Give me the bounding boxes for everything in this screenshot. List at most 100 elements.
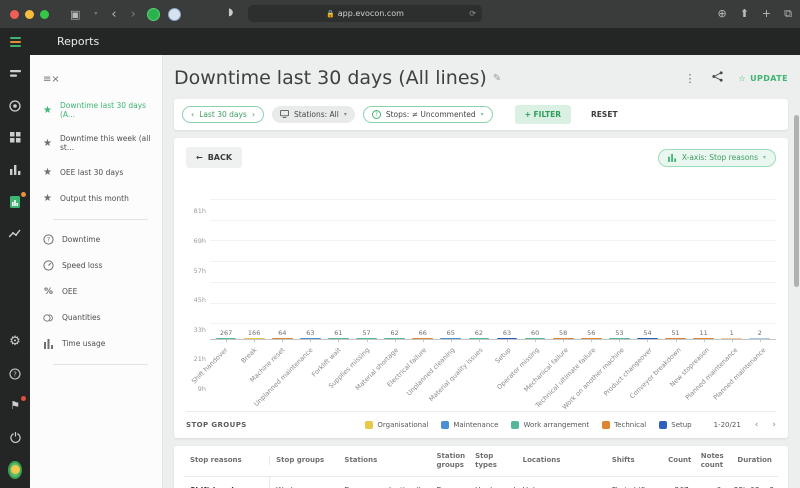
table-row[interactable]: Shift handoverWork arrangementEvocon pro… (184, 477, 778, 488)
bar-column[interactable]: 63 (296, 338, 324, 339)
star-icon[interactable]: ★ (43, 138, 52, 149)
forward-nav-icon[interactable]: › (131, 8, 136, 21)
bar-column[interactable]: 2 (746, 338, 774, 339)
new-tab-icon[interactable]: + (762, 7, 771, 21)
column-header[interactable]: Station groups (430, 452, 469, 470)
window-controls[interactable] (10, 10, 49, 19)
bar-column[interactable]: 53 (605, 338, 633, 339)
star-icon[interactable]: ★ (43, 105, 52, 116)
page-prev-icon[interactable]: ‹ (755, 420, 759, 430)
zoom-window-button[interactable] (40, 10, 49, 19)
sidebar-caret-icon[interactable]: ▾ (94, 11, 97, 17)
prev-range-icon[interactable]: ‹ (191, 110, 194, 119)
bar-column[interactable]: 56 (577, 338, 605, 339)
sidebar-collapse-icon[interactable]: ≡× (43, 74, 60, 85)
clock-extension-icon[interactable] (168, 8, 181, 21)
reload-icon[interactable]: ⟳ (469, 9, 476, 18)
bar-column[interactable]: 65 (437, 338, 465, 339)
column-header[interactable]: Locations (517, 456, 606, 465)
add-filter-button[interactable]: + FILTER (515, 105, 571, 124)
date-range-pill[interactable]: ‹ Last 30 days › (182, 106, 264, 123)
bar-column[interactable]: 64 (268, 338, 296, 339)
reports-icon[interactable] (8, 195, 22, 208)
bar-column[interactable]: 54 (633, 338, 661, 339)
back-button[interactable]: ← BACK (186, 147, 242, 168)
bar-count-label: 62 (465, 329, 493, 337)
shift-view-icon[interactable] (8, 67, 22, 80)
evocon-logo[interactable] (0, 37, 30, 47)
legend-swatch (602, 421, 610, 429)
sidebar-item-downtime-last-30-days[interactable]: ★ Downtime last 30 days (A... (43, 101, 162, 119)
bar-column[interactable]: 57 (352, 338, 380, 339)
column-header[interactable]: Stop groups (270, 456, 338, 465)
column-header[interactable]: Stop reasons (184, 456, 270, 465)
power-icon[interactable] (8, 431, 22, 444)
sidebar-item-downtime-this-week[interactable]: ★ Downtime this week (all st... (43, 134, 162, 152)
legend-item-maintenance[interactable]: Maintenance (441, 421, 498, 429)
user-avatar[interactable] (8, 463, 22, 476)
privacy-shield-icon[interactable]: ◗ (228, 7, 233, 18)
help-icon[interactable]: ? (8, 367, 22, 380)
stations-filter-pill[interactable]: Stations: All ▾ (272, 106, 355, 123)
legend-item-organisational[interactable]: Organisational (365, 421, 428, 429)
legend-item-setup[interactable]: Setup (659, 421, 691, 429)
flag-icon[interactable]: ⚑ (8, 399, 22, 412)
url-bar[interactable]: 🔒 app.evocon.com ⟳ (248, 5, 482, 22)
browser-share-icon[interactable]: ⬆ (740, 7, 749, 21)
legend-swatch (511, 421, 519, 429)
sidebar-item-speed-loss[interactable]: Speed loss (43, 260, 162, 271)
bar-column[interactable]: 60 (521, 338, 549, 339)
legend-item-technical[interactable]: Technical (602, 421, 646, 429)
back-nav-icon[interactable]: ‹ (111, 8, 116, 21)
sidebar-item-downtime[interactable]: ? Downtime (43, 234, 162, 245)
share-icon[interactable] (712, 71, 723, 85)
charts-icon[interactable] (8, 163, 22, 176)
sidebar-item-oee[interactable]: % OEE (43, 286, 162, 297)
edit-title-icon[interactable]: ✎ (493, 73, 501, 84)
stops-filter-pill[interactable]: ? Stops: ≠ Uncommented ▾ (363, 106, 493, 123)
page-next-icon[interactable]: › (772, 420, 776, 430)
column-header[interactable]: Stop types (469, 452, 517, 470)
dashboard-icon[interactable] (8, 131, 22, 144)
bar-column[interactable]: 62 (465, 338, 493, 339)
column-header[interactable]: Stations (338, 456, 430, 465)
bar-column[interactable]: 1 (718, 338, 746, 339)
column-header[interactable]: Notes count (695, 452, 728, 470)
xaxis-selector[interactable]: X-axis: Stop reasons ▾ (658, 149, 776, 167)
sidebar-item-output-this-month[interactable]: ★ Output this month (43, 193, 162, 204)
settings-gear-icon[interactable]: ⚙ (8, 335, 22, 348)
trend-icon[interactable] (8, 227, 22, 240)
star-icon[interactable]: ★ (43, 193, 52, 204)
sidebar-toggle-icon[interactable]: ▣ (70, 9, 80, 20)
page-scrollbar[interactable] (794, 115, 799, 287)
tab-overview-icon[interactable]: ⧉ (784, 7, 792, 21)
next-range-icon[interactable]: › (252, 110, 255, 119)
downloads-icon[interactable]: ⊕ (717, 7, 726, 21)
minimize-window-button[interactable] (25, 10, 34, 19)
bar-column[interactable]: 63 (493, 338, 521, 339)
sidebar-item-time-usage[interactable]: Time usage (43, 338, 162, 349)
x-axis-label: Setup (494, 346, 513, 365)
column-header[interactable]: Count (662, 456, 695, 465)
bar-column[interactable]: 61 (324, 338, 352, 339)
sidebar-item-oee-last-30-days[interactable]: ★ OEE last 30 days (43, 167, 162, 178)
column-header[interactable]: Duration (727, 456, 777, 465)
bar-column[interactable]: 66 (409, 338, 437, 339)
close-window-button[interactable] (10, 10, 19, 19)
more-options-icon[interactable]: ⋮ (685, 72, 696, 85)
bar-column[interactable]: 166 (240, 338, 268, 339)
live-view-icon[interactable] (8, 99, 22, 112)
legend-item-work-arrangement[interactable]: Work arrangement (511, 421, 589, 429)
bar-column[interactable]: 267 (212, 338, 240, 339)
sidebar-item-quantities[interactable]: Quantities (43, 312, 162, 323)
update-button[interactable]: ☆ UPDATE (739, 74, 788, 83)
bar-column[interactable]: 11 (690, 338, 718, 339)
extension-icon[interactable] (147, 8, 160, 21)
bar-count-label: 66 (409, 329, 437, 337)
star-icon[interactable]: ★ (43, 167, 52, 178)
bar-column[interactable]: 51 (662, 338, 690, 339)
column-header[interactable]: Shifts (606, 456, 662, 465)
bar-column[interactable]: 62 (381, 338, 409, 339)
reset-button[interactable]: RESET (591, 110, 618, 119)
bar-column[interactable]: 58 (549, 338, 577, 339)
